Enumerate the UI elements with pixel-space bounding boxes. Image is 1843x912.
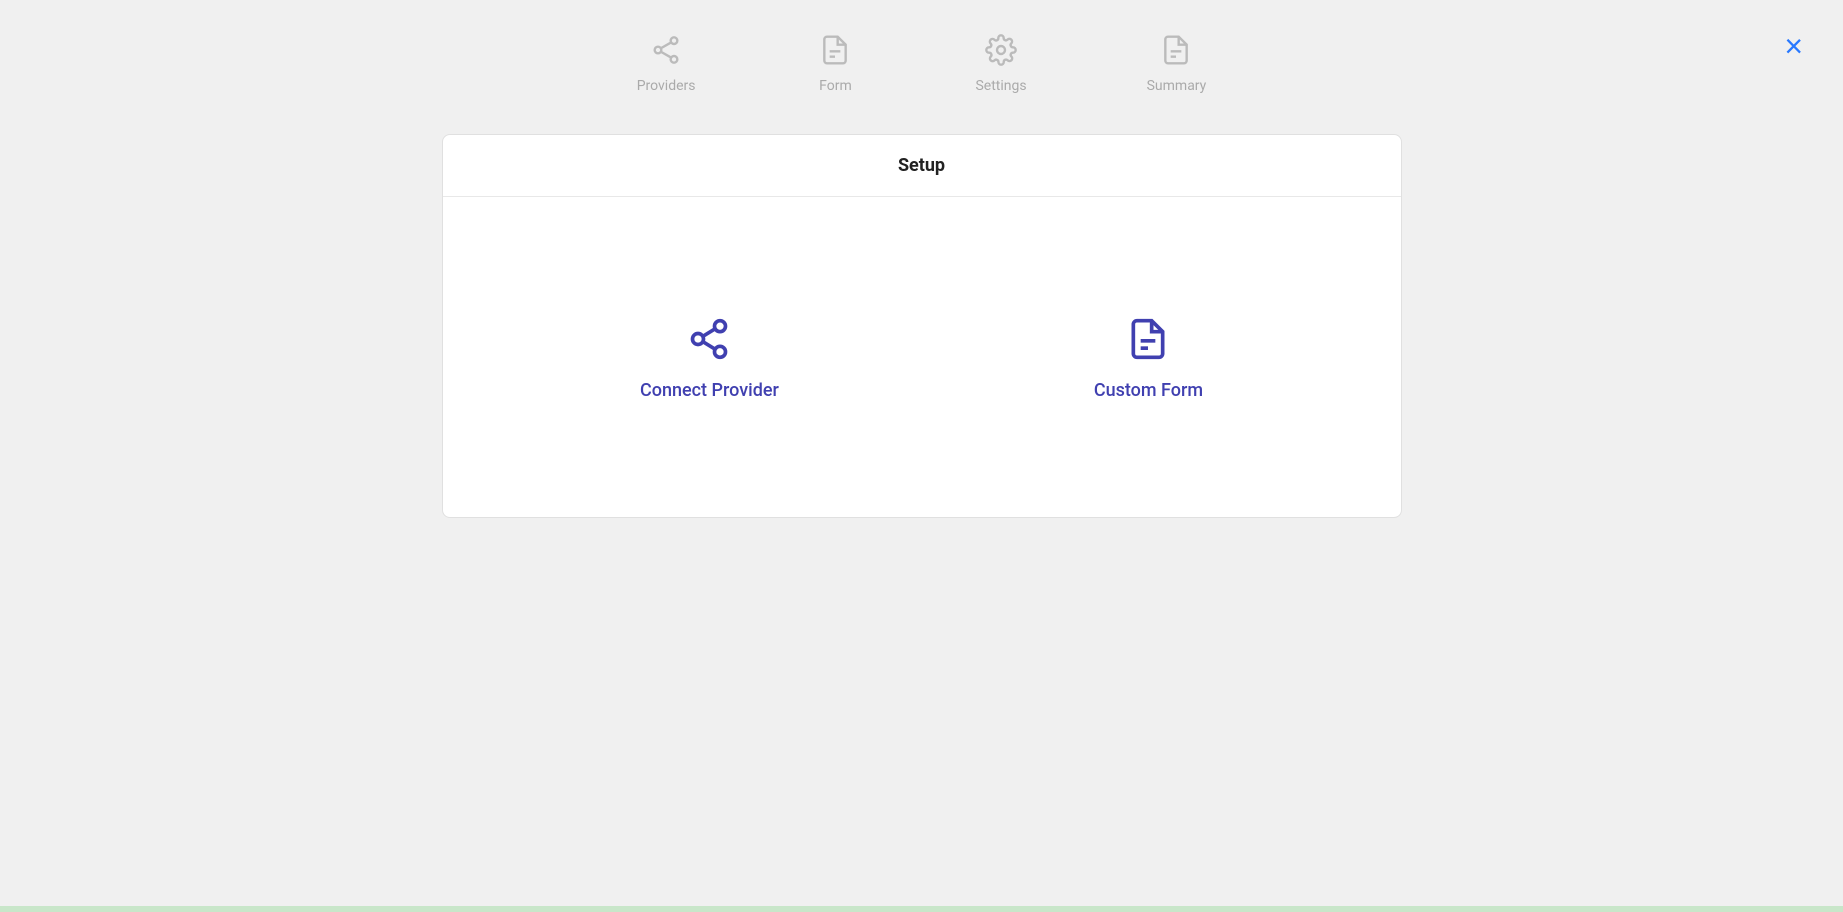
setup-card-title: Setup: [898, 155, 945, 176]
setup-card: Setup Connect Provider: [442, 134, 1402, 518]
bottom-bar: [0, 906, 1843, 912]
page-container: × Providers: [0, 0, 1843, 912]
step-providers[interactable]: Providers: [637, 30, 696, 94]
step-settings[interactable]: Settings: [975, 30, 1026, 94]
step-form[interactable]: Form: [815, 30, 855, 94]
summary-step-label: Summary: [1147, 78, 1207, 94]
summary-step-icon: [1156, 30, 1196, 70]
connect-provider-option[interactable]: Connect Provider: [600, 294, 819, 421]
step-summary[interactable]: Summary: [1147, 30, 1207, 94]
settings-step-label: Settings: [975, 78, 1026, 94]
form-step-label: Form: [819, 78, 852, 94]
connect-provider-icon: [684, 314, 734, 364]
custom-form-label: Custom Form: [1094, 380, 1203, 401]
custom-form-icon: [1123, 314, 1173, 364]
connect-provider-label: Connect Provider: [640, 380, 779, 401]
wizard-steps: Providers Form Settings: [637, 30, 1207, 94]
custom-form-option[interactable]: Custom Form: [1054, 294, 1243, 421]
close-button[interactable]: ×: [1784, 30, 1803, 62]
settings-step-icon: [981, 30, 1021, 70]
setup-card-body: Connect Provider Custom Form: [443, 197, 1401, 517]
providers-step-label: Providers: [637, 78, 696, 94]
form-step-icon: [815, 30, 855, 70]
providers-step-icon: [646, 30, 686, 70]
setup-card-header: Setup: [443, 135, 1401, 197]
